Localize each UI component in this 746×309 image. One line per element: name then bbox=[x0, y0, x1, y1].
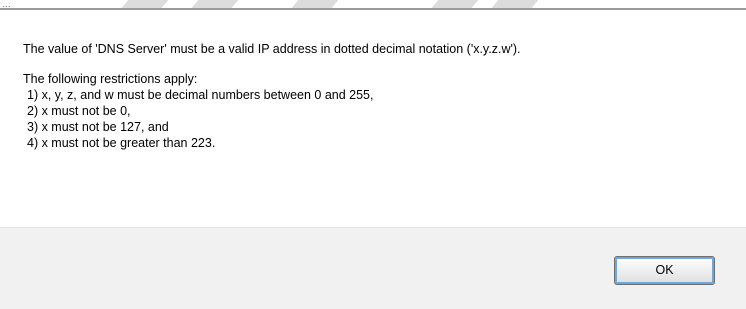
restriction-item: 1) x, y, z, and w must be decimal number… bbox=[27, 88, 374, 102]
alert-dialog: ... The value of 'DNS Server' must be a … bbox=[0, 0, 746, 309]
dialog-titlebar: ... bbox=[0, 0, 746, 12]
dialog-footer: OK bbox=[0, 227, 746, 309]
restriction-item: 2) x must not be 0, bbox=[27, 104, 131, 118]
restriction-item: 3) x must not be 127, and bbox=[27, 120, 169, 134]
titlebar-divider bbox=[0, 8, 746, 10]
restrictions-heading: The following restrictions apply: bbox=[23, 72, 198, 86]
dialog-content: The value of 'DNS Server' must be a vali… bbox=[23, 41, 723, 151]
restriction-item: 4) x must not be greater than 223. bbox=[27, 136, 216, 150]
restrictions-list: 1) x, y, z, and w must be decimal number… bbox=[23, 87, 723, 151]
error-message: The value of 'DNS Server' must be a vali… bbox=[23, 42, 521, 56]
ok-button[interactable]: OK bbox=[614, 256, 715, 285]
